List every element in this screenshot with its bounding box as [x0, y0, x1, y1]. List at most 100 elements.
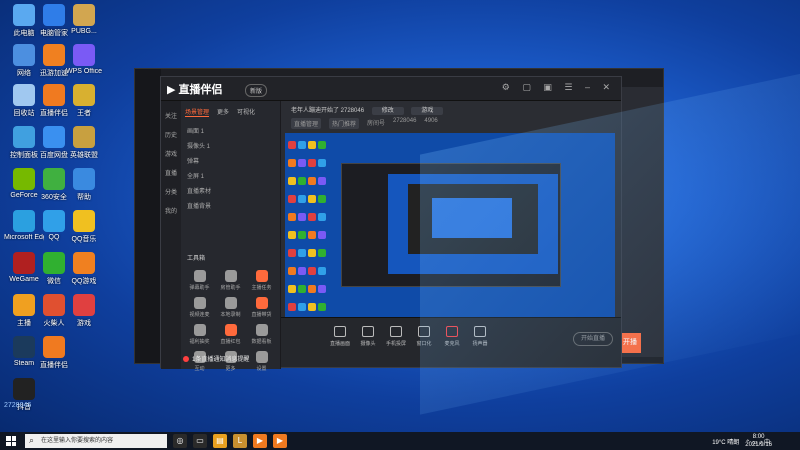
tool-label: 互动 — [194, 366, 205, 372]
background-window-panel — [609, 87, 663, 357]
app-icon — [13, 210, 35, 232]
app-icon — [73, 126, 95, 148]
desktop-icon[interactable]: WPS Office — [64, 44, 104, 75]
scene-panel: 场景管理 更多 可视化 画面 1 摄像头 1 弹幕 全屏 1 直播素材 直播背景 工具箱 弹幕… — [181, 101, 281, 372]
tool-label: 视频连麦 — [189, 312, 210, 318]
streaming-taskbar-icon[interactable]: ▶ — [253, 434, 267, 448]
app-icon — [43, 168, 65, 190]
scene-item[interactable]: 直播素材 — [181, 183, 280, 198]
app-icon — [13, 336, 35, 358]
control-label: 扬声器 — [472, 341, 488, 347]
tool-item[interactable]: 弹幕助手 — [185, 270, 214, 291]
control-icon — [362, 326, 374, 337]
control-button[interactable]: 窗口化 — [409, 326, 439, 347]
room-id: 2728046 — [393, 118, 417, 124]
app-icon — [73, 4, 95, 26]
app-icon — [13, 252, 35, 274]
scene-tab[interactable]: 可视化 — [237, 107, 255, 117]
tool-icon — [255, 297, 268, 309]
background-start-button[interactable]: 开播 — [619, 333, 641, 353]
lol-taskbar-icon[interactable]: L — [233, 434, 247, 448]
desktop-icon[interactable]: PUBG... — [64, 4, 104, 35]
category-button[interactable]: 游戏 — [411, 107, 444, 115]
scene-item[interactable]: 画面 1 — [181, 123, 280, 138]
sidenav-item[interactable]: 游戏 — [161, 149, 181, 158]
app-icon — [73, 84, 95, 106]
clock[interactable]: 8:00 2021/9/16 — [745, 433, 772, 449]
tool-label: 房管助手 — [220, 285, 241, 291]
streaming2-taskbar-icon[interactable]: ▶ — [273, 434, 287, 448]
scene-item[interactable]: 弹幕 — [181, 153, 280, 168]
stream-title: 老年人蹦迪开始了 2728046 — [291, 108, 365, 114]
desktop-icon[interactable]: 直播伴侣 — [34, 336, 74, 370]
sidenav-item[interactable]: 历史 — [161, 130, 181, 139]
multitask-icon[interactable]: ▭ — [193, 434, 207, 448]
tag-recommend[interactable]: 热门推荐 — [329, 118, 360, 129]
desktop-icon[interactable]: QQ音乐 — [64, 210, 104, 244]
desktop-icon[interactable]: 游戏 — [64, 294, 104, 328]
desktop-icon-label: QQ游戏 — [71, 278, 97, 285]
sidenav-item[interactable]: 我的 — [161, 206, 181, 215]
background-window-sidebar — [135, 69, 161, 363]
scene-item[interactable]: 全屏 1 — [181, 168, 280, 183]
room-label: 房间号 — [367, 121, 386, 127]
tag-manage[interactable]: 直播管理 — [291, 118, 322, 129]
control-button[interactable]: 麦克风 — [437, 326, 467, 347]
taskbar-search-input[interactable]: 在这里输入你要搜索的内容 — [25, 433, 167, 448]
desktop-icon[interactable]: 英雄联盟 — [64, 126, 104, 160]
start-stream-button[interactable]: 开始直播 — [573, 332, 613, 346]
sidenav-item[interactable]: 直播 — [161, 168, 181, 177]
stream-preview[interactable] — [285, 133, 615, 317]
scene-item[interactable]: 摄像头 1 — [181, 138, 280, 153]
tool-item[interactable]: 房管助手 — [216, 270, 245, 291]
scene-tab[interactable]: 场景管理 — [185, 107, 210, 117]
tool-item[interactable]: 数据看板 — [247, 324, 276, 345]
tool-label: 本地录制 — [220, 312, 241, 318]
desktop-icon[interactable]: 王者 — [64, 84, 104, 118]
control-button[interactable]: 摄像头 — [353, 326, 383, 347]
weather-text[interactable]: 19°C 晴朗 — [712, 437, 739, 446]
windows-start-icon[interactable] — [3, 433, 19, 449]
clock-time: 8:00 — [752, 434, 765, 440]
scene-tabs[interactable]: 场景管理 更多 可视化 — [181, 101, 280, 123]
sidenav-item[interactable]: 分类 — [161, 187, 181, 196]
streaming-app-window[interactable]: ▶ 直播伴侣 新版 ⚙ ▢ ▣ ☰ – ✕ 关注 历史 游戏 直播 分类 我的 场景管理更… — [160, 76, 622, 372]
app-logo: ▶ 直播伴侣 — [167, 84, 223, 96]
app-icon — [43, 126, 65, 148]
app-icon — [73, 168, 95, 190]
stream-header: 老年人蹦迪开始了 2728046 修改 游戏 直播管理 热门推荐 房间号 272… — [281, 101, 621, 131]
app-icon — [13, 294, 35, 316]
tool-item[interactable]: 本地录制 — [216, 297, 245, 318]
tool-item[interactable]: 主播任务 — [247, 270, 276, 291]
app-icon — [13, 378, 35, 400]
file-explorer-icon[interactable]: ▤ — [213, 434, 227, 448]
control-button[interactable]: 直播画面 — [325, 326, 355, 347]
control-icon — [474, 326, 486, 337]
tool-item[interactable]: 福利抽奖 — [185, 324, 214, 345]
window-controls[interactable]: ⚙ ▢ ▣ ☰ – ✕ — [502, 82, 615, 93]
control-icon — [446, 326, 458, 337]
watermark-room-id: 2728046 — [4, 402, 32, 409]
scene-tab[interactable]: 更多 — [217, 107, 229, 117]
edit-title-button[interactable]: 修改 — [371, 107, 404, 115]
scene-item[interactable]: 直播背景 — [181, 198, 280, 213]
tool-item[interactable]: 直播带货 — [247, 297, 276, 318]
control-button[interactable]: 扬声器 — [465, 326, 495, 347]
desktop-icon[interactable]: QQ游戏 — [64, 252, 104, 286]
desktop-icon-label: 直播伴侣 — [40, 362, 68, 369]
tool-label: 弹幕助手 — [189, 285, 210, 291]
desktop: 此电脑 电脑管家 PUBG... 网络 迅游加速 WPS Office 回收站 直播伴侣 王者控… — [0, 0, 800, 432]
app-icon — [73, 252, 95, 274]
task-view-icon[interactable]: ◎ — [173, 434, 187, 448]
tool-label: 设置 — [256, 366, 267, 372]
control-button[interactable]: 手机投屏 — [381, 326, 411, 347]
tool-item[interactable]: 直播红包 — [216, 324, 245, 345]
sidenav-item[interactable]: 关注 — [161, 111, 181, 120]
desktop-icon[interactable]: 帮助 — [64, 168, 104, 202]
side-navigation[interactable]: 关注历史游戏直播分类我的 — [161, 101, 181, 369]
version-badge[interactable]: 新版 — [245, 84, 268, 97]
tool-item[interactable]: 视频连麦 — [185, 297, 214, 318]
tool-icon — [255, 270, 268, 282]
tool-item[interactable]: 设置 — [247, 351, 276, 372]
notification-text[interactable]: 1条直播通知消息提醒 — [183, 354, 249, 363]
